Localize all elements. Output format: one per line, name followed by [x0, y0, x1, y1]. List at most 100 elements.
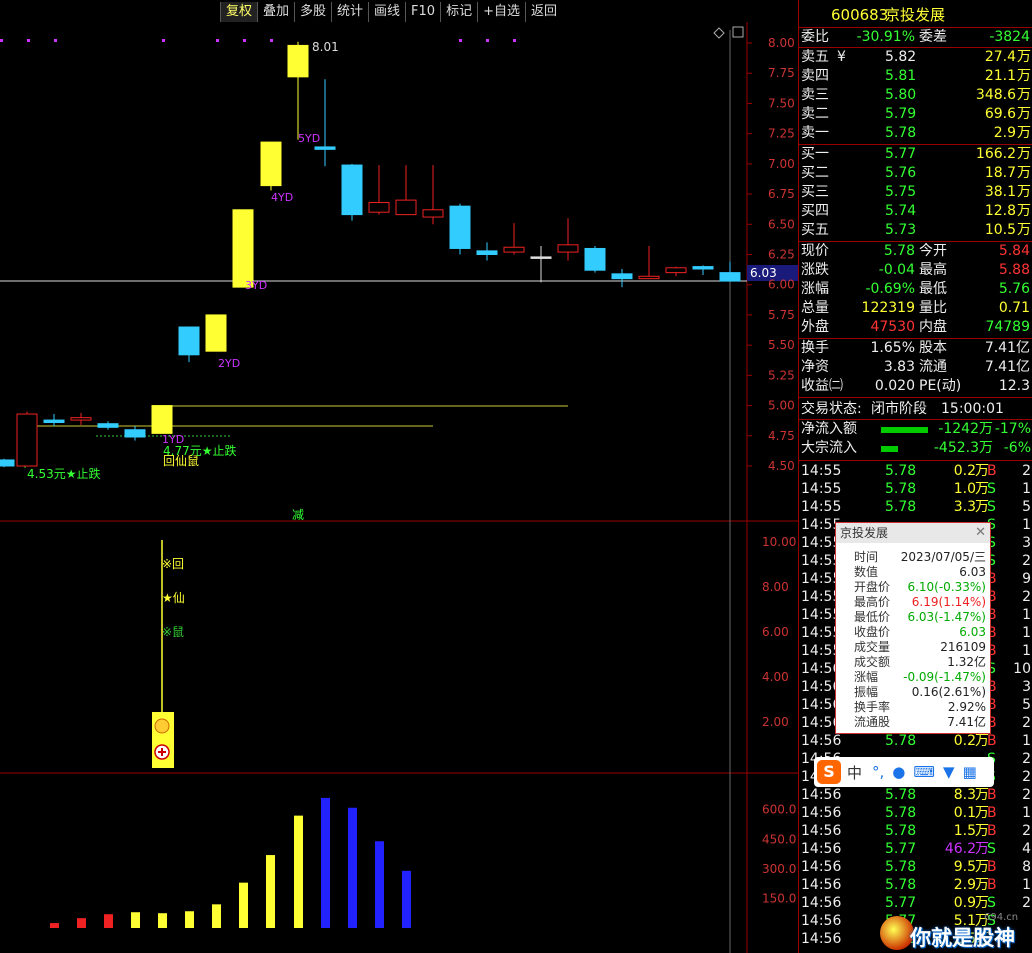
bid-label: 买一	[801, 146, 829, 162]
volume-bar	[402, 870, 411, 928]
fund-row: 收益㈡ 0.020 PE(动) 12.3	[799, 377, 1032, 396]
kline-chart-area[interactable]: 6.03 8.00 7.75 7.50 7.25 7.00 6.75 6.50 6.25 6.0…	[0, 0, 798, 953]
candle-body	[70, 417, 92, 421]
flow-bar	[881, 446, 898, 452]
ime-toolbar[interactable]: S 中 °, ● ⌨ ▼ ▦	[814, 757, 994, 787]
fund-value-2: 7.41亿	[984, 340, 1030, 356]
skin-icon[interactable]: ▼	[943, 763, 955, 781]
bid-label: 买二	[801, 165, 829, 181]
weicha-value: -3824	[989, 29, 1030, 45]
tick-price: 5.78	[885, 481, 917, 497]
popup-close-icon[interactable]: ✕	[975, 525, 986, 540]
popup-row-value: 6.10(-0.33%)	[907, 580, 986, 594]
candle-body	[503, 246, 525, 253]
candle-body	[178, 326, 200, 356]
tick-count: 3	[1022, 679, 1031, 695]
volume-axis-label: 300.0	[762, 862, 796, 876]
trade-status-label: 交易状态:	[801, 401, 862, 417]
tick-count: 1	[1022, 625, 1031, 641]
watermark-logo: 你就是股神 694.cn	[880, 912, 1032, 952]
tick-time: 14:56	[801, 805, 842, 821]
candle-body	[665, 267, 687, 274]
toolbar-item-4[interactable]: 画线	[368, 2, 405, 22]
toolbar-item-0[interactable]: 复权	[219, 2, 257, 22]
stat-value-1: -0.69%	[865, 281, 915, 297]
tick-count: 2	[1022, 823, 1031, 839]
popup-row: 收盘价 6.03	[836, 625, 990, 640]
popup-row-value: 0.16(2.61%)	[911, 685, 986, 699]
toolbox-icon[interactable]: ▦	[963, 763, 977, 781]
trade-status: 闭市阶段	[871, 401, 927, 417]
price-axis-label: 5.75	[768, 308, 795, 322]
flow-bar	[881, 427, 928, 433]
yd4-label: 4YD	[271, 191, 294, 204]
indicator-axis-label: 6.00	[762, 625, 789, 639]
toolbar-item-5[interactable]: F10	[405, 2, 440, 22]
candle-body	[530, 256, 552, 259]
popup-row-label: 最高价	[854, 595, 891, 609]
bid-volume: 18.7	[984, 165, 1016, 181]
microphone-icon[interactable]: ●	[892, 763, 905, 781]
bid-volume: 12.8	[984, 203, 1016, 219]
volume-bar	[321, 797, 330, 928]
tick-row: 14:55 5.78 1.0 万 S 1	[799, 480, 1032, 499]
popup-row-label: 最低价	[854, 610, 891, 624]
toolbar-item-3[interactable]: 统计	[331, 2, 368, 22]
candle-body	[611, 273, 633, 280]
popup-row-label: 成交量	[854, 640, 891, 654]
ask-price: 5.80	[885, 87, 917, 103]
yd2-label: 2YD	[218, 357, 241, 370]
ask-volume: 21.1	[984, 68, 1016, 84]
stat-label-2: 今开	[919, 243, 947, 259]
popup-row-value: 6.03	[959, 625, 986, 639]
stat-value-2: 0.71	[998, 300, 1030, 316]
tick-volume: 1.5	[953, 823, 976, 839]
fund-label-1: 净资	[801, 359, 829, 375]
volume-bar	[50, 923, 59, 928]
tick-row: 14:56 5.78 1.5 万 B 2	[799, 822, 1032, 841]
tick-time: 14:55	[801, 481, 842, 497]
ask-volume: 27.4	[984, 49, 1016, 65]
punctuation-icon[interactable]: °,	[872, 763, 884, 781]
price-axis-label: 5.25	[768, 368, 795, 382]
fund-value-1: 0.020	[874, 378, 915, 394]
tick-time: 14:56	[801, 913, 842, 929]
kline-info-popup[interactable]: 京投发展 ✕ 时间 2023/07/05/三 数值 6.03 开盘价 6.10(-0.33…	[835, 522, 991, 734]
tick-price: 5.78	[885, 499, 917, 515]
price-axis-label: 5.00	[768, 399, 795, 413]
popup-row: 最低价 6.03(-1.47%)	[836, 610, 990, 625]
popup-row-label: 成交额	[854, 655, 891, 669]
sogou-logo-icon[interactable]: S	[817, 760, 841, 784]
flow-pct: -17%	[994, 421, 1031, 437]
tick-count: 2	[1022, 589, 1031, 605]
tick-side: B	[987, 787, 997, 803]
toolbar-item-8[interactable]: 返回	[524, 2, 562, 22]
ime-mode-label[interactable]: 中	[847, 762, 862, 783]
candle-body	[97, 423, 119, 428]
popup-row: 开盘价 6.10(-0.33%)	[836, 580, 990, 595]
popup-row: 时间 2023/07/05/三	[836, 550, 990, 565]
popup-row-label: 时间	[854, 550, 879, 564]
bid-volume: 10.5	[984, 222, 1016, 238]
stat-value-2: 5.84	[998, 243, 1030, 259]
candle-body	[43, 419, 65, 423]
volume-bar	[104, 914, 113, 928]
fund-label-2: PE(动)	[919, 378, 962, 394]
toolbar-item-2[interactable]: 多股	[293, 2, 331, 22]
stat-label-1: 总量	[801, 300, 829, 316]
ask-label: 卖一	[801, 125, 829, 141]
chart-canvas[interactable]: 6.03 8.007.757.507.257.006.756.506.256.0…	[0, 0, 798, 953]
toolbar-item-1[interactable]: 叠加	[256, 2, 294, 22]
popup-row-value: 6.03(-1.47%)	[907, 610, 986, 624]
popup-row: 振幅 0.16(2.61%)	[836, 685, 990, 700]
tick-price: 5.77	[885, 841, 917, 857]
toolbar-item-7[interactable]: +自选	[477, 2, 525, 22]
popup-row: 流通股 7.41亿	[836, 715, 990, 730]
marker-dot	[54, 39, 57, 42]
bid-row: 买二 5.76 18.7 万	[799, 164, 1032, 183]
keyboard-icon[interactable]: ⌨	[913, 763, 935, 781]
ask-row: 卖四 5.81 21.1 万	[799, 67, 1032, 86]
toolbar-item-6[interactable]: 标记	[440, 2, 477, 22]
ask-volume: 69.6	[984, 106, 1016, 122]
popup-row-value: 7.41亿	[947, 715, 986, 729]
